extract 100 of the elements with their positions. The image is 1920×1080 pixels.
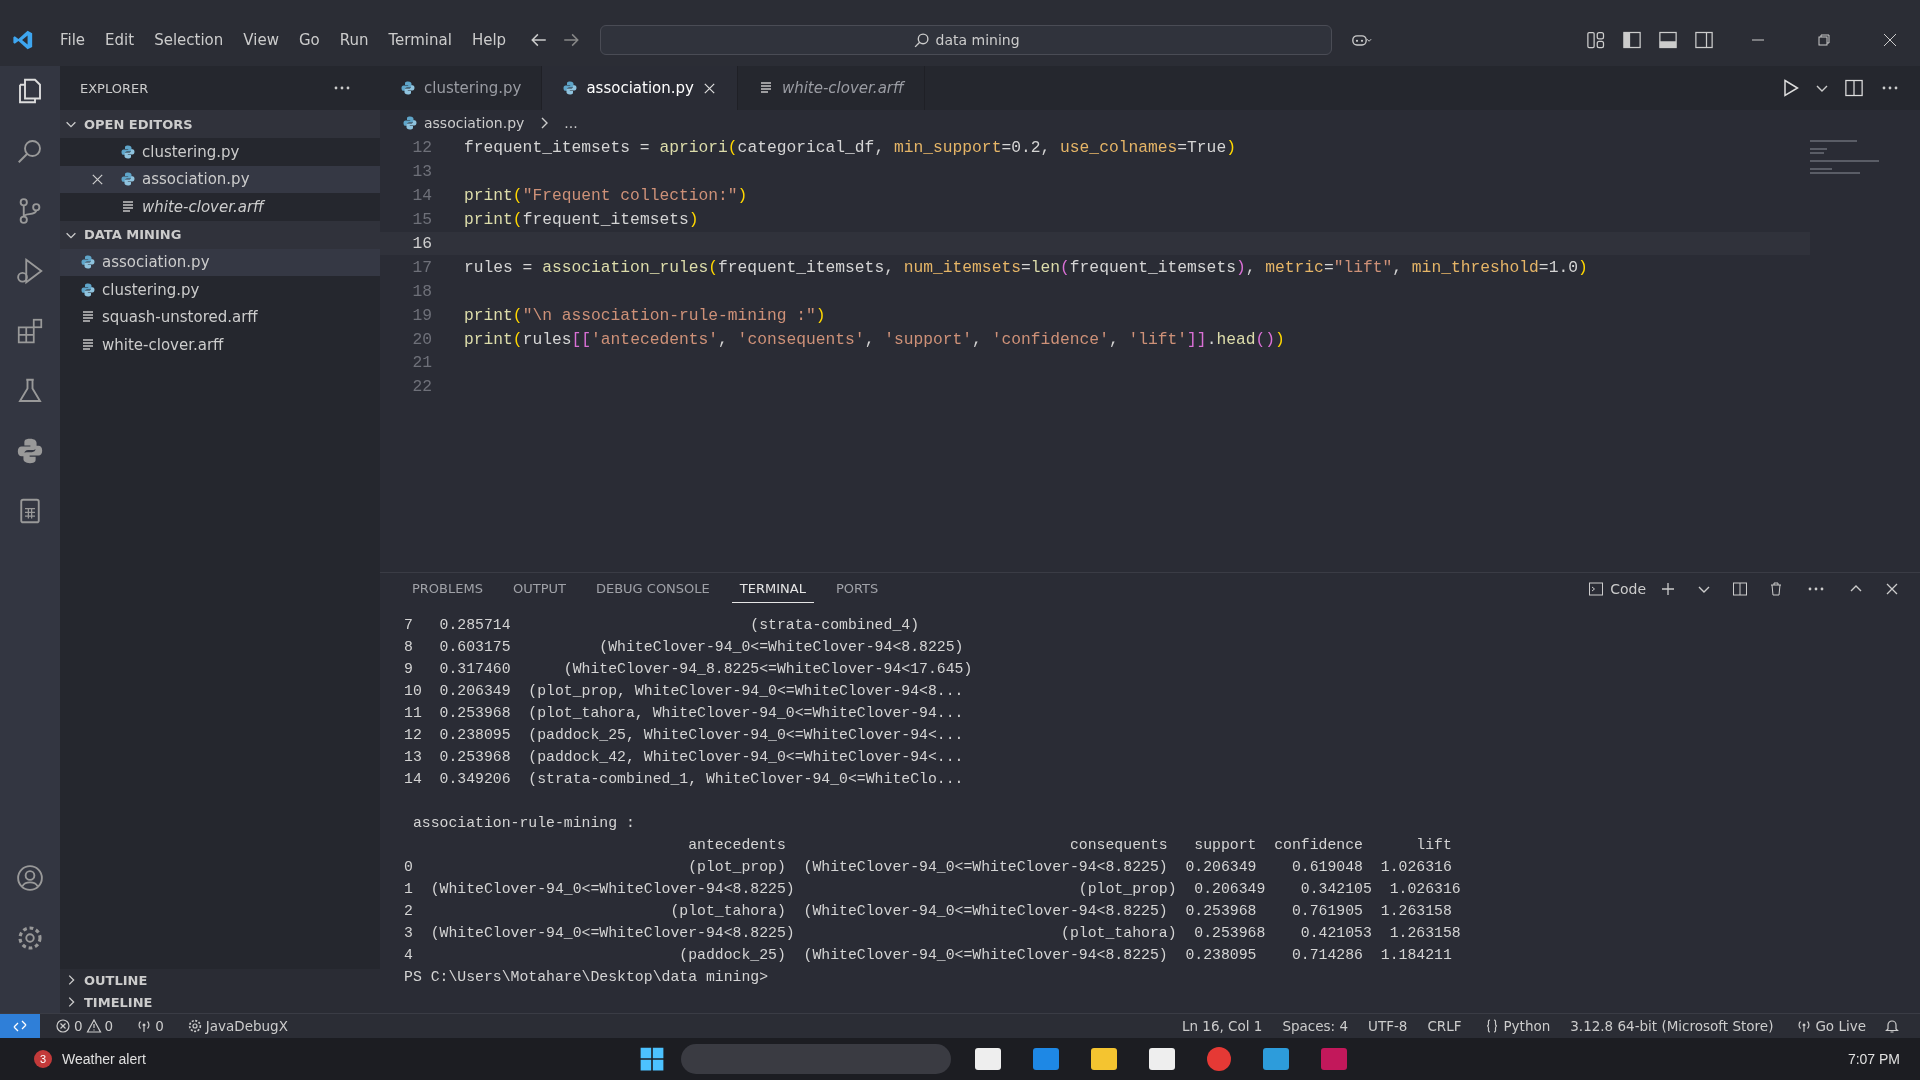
taskbar-app-icon[interactable]	[1090, 1048, 1117, 1070]
plus-icon[interactable]	[1660, 581, 1676, 597]
split-editor-icon[interactable]	[1844, 78, 1864, 98]
panel-tab[interactable]: PROBLEMS	[404, 575, 491, 603]
menu-item[interactable]: Selection	[144, 31, 234, 49]
line-number: 16	[411, 234, 433, 253]
windows-start-icon[interactable]	[638, 1046, 665, 1072]
section-header[interactable]: OPEN EDITORS	[60, 110, 380, 138]
language-status[interactable]: Python	[1473, 1018, 1559, 1034]
menu-item[interactable]: Run	[329, 31, 379, 49]
account-icon[interactable]	[15, 863, 45, 893]
text-file-icon	[120, 198, 136, 215]
problems-status[interactable]: 0 0	[44, 1018, 122, 1034]
terminal-line: 0 (plot_prop) (WhiteClover-94_0<=WhiteClover-94<8.8225) 0.206349 0.619048 1.026316	[404, 859, 1453, 877]
explorer-row[interactable]: association.py	[60, 248, 380, 276]
text-file-icon	[80, 336, 96, 353]
run-debug-icon[interactable]	[15, 256, 45, 286]
explorer-row[interactable]: white-clover.arff	[60, 331, 380, 359]
debug-status[interactable]: JavaDebugX	[175, 1018, 296, 1034]
taskbar-app-icon[interactable]	[974, 1048, 1001, 1070]
python-file-icon	[120, 143, 136, 160]
status-item[interactable]: CRLF	[1419, 1018, 1470, 1034]
bell-icon[interactable]	[1884, 1018, 1900, 1034]
section-header[interactable]: OUTLINE	[60, 969, 380, 991]
error-icon	[55, 1018, 71, 1034]
breadcrumb-file[interactable]: association.py	[424, 115, 525, 131]
warning-icon	[85, 1018, 102, 1034]
terminal-line: 7 0.285714 (strata-combined_4)	[404, 617, 920, 635]
code-line: print("\n association-rule-mining :")	[464, 305, 826, 325]
forward-arrow-icon[interactable]	[562, 31, 581, 49]
status-item[interactable]: Ln 16, Col 1	[1173, 1018, 1271, 1034]
gear-icon	[186, 1018, 203, 1034]
sidebar-toggle-icon[interactable]	[1622, 30, 1642, 50]
panel-toggle-icon[interactable]	[1658, 30, 1678, 50]
remote-icon	[12, 1018, 28, 1034]
more-actions-icon[interactable]	[1808, 587, 1824, 591]
search-field[interactable]: data mining	[600, 25, 1333, 55]
back-arrow-icon[interactable]	[530, 31, 549, 49]
more-actions-icon[interactable]	[1882, 86, 1898, 90]
close-icon[interactable]	[1882, 32, 1898, 48]
panel-tab[interactable]: TERMINAL	[731, 575, 814, 603]
explorer-row[interactable]: association.py	[60, 165, 380, 193]
editor-tab[interactable]: association.py	[542, 66, 738, 110]
go-live-status[interactable]: Go Live	[1785, 1018, 1874, 1034]
more-actions-icon[interactable]	[334, 86, 350, 90]
explorer-row[interactable]: clustering.py	[60, 138, 380, 166]
taskbar-search-field[interactable]	[680, 1044, 951, 1074]
menu-item[interactable]: File	[50, 31, 96, 49]
split-terminal-icon[interactable]	[1732, 581, 1748, 597]
panel-tab[interactable]: OUTPUT	[504, 575, 574, 603]
layout-icon[interactable]	[1586, 30, 1606, 50]
python-file-icon	[402, 115, 418, 131]
panel-tab[interactable]: PORTS	[827, 575, 887, 603]
status-item[interactable]: 3.12.8 64-bit (Microsoft Store)	[1562, 1018, 1782, 1034]
taskbar-clock[interactable]: 7:07 PM	[1847, 1051, 1900, 1067]
panel-tab[interactable]: DEBUG CONSOLE	[587, 575, 718, 603]
explorer-row[interactable]: clustering.py	[60, 276, 380, 304]
terminal-icon	[1588, 581, 1605, 597]
breadcrumb-item[interactable]: ...	[564, 115, 578, 131]
code-line: rules = association_rules(frequent_itemsets, num_itemsets=len(frequent_itemsets), metric="lift", min_threshold=1.0)	[464, 257, 1588, 277]
terminal-line: 8 0.603175 (WhiteClover-94_0<=WhiteClover-94<8.8225)	[404, 639, 965, 657]
secondary-sidebar-icon[interactable]	[1694, 30, 1714, 50]
taskbar-app-icon[interactable]	[1148, 1048, 1175, 1070]
menu-item[interactable]: Help	[461, 31, 517, 49]
line-number: 15	[411, 210, 433, 230]
sidebar-title: EXPLORER	[80, 80, 149, 96]
ports-status[interactable]: 0	[125, 1018, 172, 1034]
close-icon[interactable]	[1884, 581, 1900, 597]
weather-alert[interactable]: Weather alert	[62, 1051, 146, 1067]
section-header[interactable]: TIMELINE	[60, 991, 380, 1013]
search-icon	[912, 31, 930, 49]
explorer-row[interactable]: white-clover.arff	[60, 193, 380, 221]
terminal-line: 3 (WhiteClover-94_0<=WhiteClover-94<8.8225) (plot_tahora) 0.253968 0.421053 1.263158	[404, 925, 1462, 943]
line-number: 20	[411, 329, 433, 349]
editor-tab[interactable]: white-clover.arff	[737, 66, 925, 110]
trash-icon[interactable]	[1768, 581, 1784, 597]
menu-item[interactable]: Terminal	[378, 31, 462, 49]
terminal-selector[interactable]: Code	[1582, 581, 1646, 597]
menu-item[interactable]: Go	[288, 31, 330, 49]
terminal-line: 11 0.253968 (plot_tahora, WhiteClover-94_0<=WhiteClover-94...	[404, 705, 965, 723]
status-item[interactable]: Spaces: 4	[1274, 1018, 1356, 1034]
line-number: 21	[411, 353, 433, 373]
status-item[interactable]: UTF-8	[1360, 1018, 1416, 1034]
explorer-row[interactable]: squash-unstored.arff	[60, 303, 380, 331]
menu-item[interactable]: Edit	[95, 31, 145, 49]
python-file-icon	[80, 254, 96, 271]
code-line: print(frequent_itemsets)	[464, 210, 699, 230]
extensions-icon[interactable]	[15, 316, 45, 346]
python-icon[interactable]	[15, 436, 45, 466]
terminal-line: 13 0.253968 (paddock_42, WhiteClover-94_0<=WhiteClover-94<...	[404, 749, 965, 767]
section-header[interactable]: DATA MINING	[60, 220, 380, 249]
restore-icon[interactable]	[1816, 32, 1832, 48]
app-logo-icon	[12, 29, 34, 51]
menu-item[interactable]: View	[233, 31, 289, 49]
terminal-line: 1 (WhiteClover-94_0<=WhiteClover-94<8.8225) (plot_prop) 0.206349 0.342105 1.026316	[404, 881, 1462, 899]
code-line: print("Frequent collection:")	[464, 186, 748, 206]
terminal-line: association-rule-mining :	[411, 815, 636, 833]
python-file-icon	[80, 281, 96, 298]
terminal-line: 10 0.206349 (plot_prop, WhiteClover-94_0<=WhiteClover-94<8...	[404, 683, 965, 701]
line-number: 19	[411, 305, 433, 325]
